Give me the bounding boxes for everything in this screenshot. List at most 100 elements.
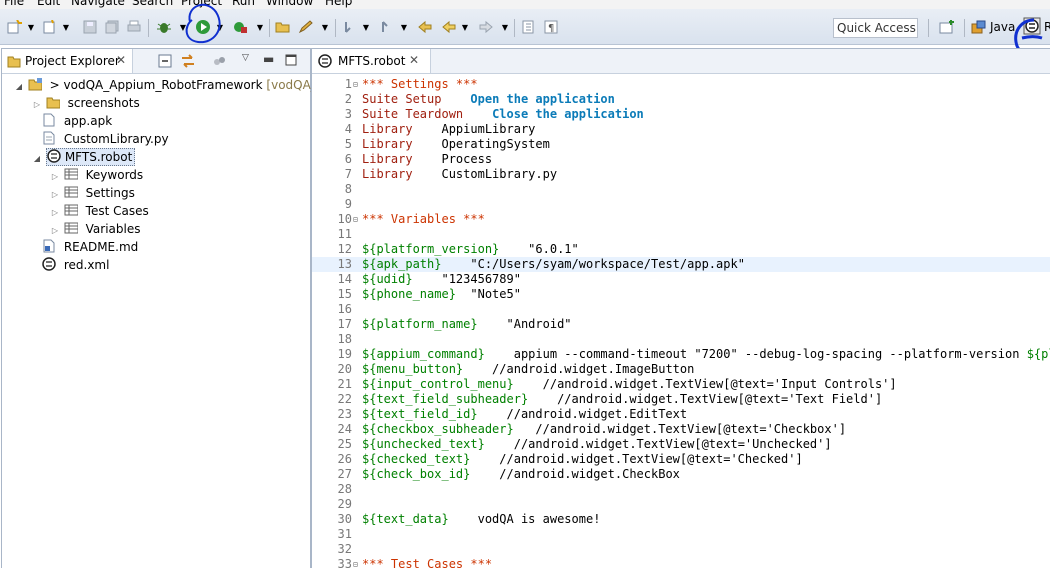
close-icon[interactable]: ✕ [409, 53, 419, 67]
code-line[interactable]: 15 ${phone_name} "Note5" [312, 287, 1050, 302]
filters-icon[interactable] [212, 54, 226, 71]
close-icon[interactable]: ✕ [116, 53, 126, 67]
debug-icon[interactable] [156, 20, 172, 34]
back-arrow-icon[interactable] [441, 20, 457, 34]
last-edit-icon[interactable] [417, 20, 433, 34]
show-whitespace-icon[interactable]: ¶ [543, 20, 559, 34]
menu-edit[interactable]: Edit [37, 0, 60, 9]
code-line[interactable]: 7 Library CustomLibrary.py [312, 167, 1050, 182]
code-line[interactable]: 32 [312, 542, 1050, 557]
chevron-down-icon[interactable]: ▼ [461, 20, 469, 34]
code-line[interactable]: 20 ${menu_button} //android.widget.ImageB… [312, 362, 1050, 377]
pin-editor-icon[interactable] [520, 20, 536, 34]
menu-search[interactable]: Search [132, 0, 173, 9]
code-line[interactable]: 24 ${checkbox_subheader} //android.widget… [312, 422, 1050, 437]
code-line[interactable]: 9 [312, 197, 1050, 212]
tree-item-customlibrary[interactable]: CustomLibrary.py [42, 130, 169, 148]
tree-item-project[interactable]: ◢ > vodQA_Appium_RobotFramework [vodQA_A… [14, 76, 333, 94]
maximize-icon[interactable] [285, 54, 297, 69]
code-line[interactable]: 30 ${text_data} vodQA is awesome! [312, 512, 1050, 527]
fold-toggle-icon[interactable]: ⊟ [353, 77, 358, 92]
code-line[interactable]: 26 ${checked_text} //android.widget.TextV… [312, 452, 1050, 467]
tree-item-keywords[interactable]: ▷ Keywords [50, 166, 143, 184]
open-perspective-icon[interactable] [938, 20, 956, 34]
open-folder-icon[interactable] [275, 20, 291, 34]
code-line[interactable]: 13 ${apk_path} "C:/Users/syam/workspace/T… [312, 257, 1050, 272]
code-line[interactable]: 6 Library Process [312, 152, 1050, 167]
code-line[interactable]: 19 ${appium_command} appium --command-tim… [312, 347, 1050, 362]
java-perspective-label[interactable]: Java [990, 20, 1015, 34]
tree-item-settings[interactable]: ▷ Settings [50, 184, 135, 202]
code-line[interactable]: 10 ⊟ *** Variables *** [312, 212, 1050, 227]
expanded-arrow-icon[interactable]: ◢ [32, 150, 42, 168]
tree-item-test-cases[interactable]: ▷ Test Cases [50, 202, 149, 220]
expanded-arrow-icon[interactable]: ◢ [14, 78, 24, 96]
tree-item-mfts-robot[interactable]: ◢ MFTS.robot [32, 148, 136, 168]
menu-file[interactable]: File [4, 0, 24, 9]
robot-perspective-label-partial[interactable]: R [1044, 20, 1050, 34]
robot-perspective-icon[interactable] [1022, 17, 1042, 35]
code-line[interactable]: 21 ${input_control_menu} //android.widget… [312, 377, 1050, 392]
minimize-icon[interactable]: ▬ [263, 52, 274, 66]
menu-project[interactable]: Project [181, 0, 222, 9]
code-line[interactable]: 33 ⊟ *** Test Cases *** [312, 557, 1050, 568]
collapse-all-icon[interactable] [158, 54, 172, 71]
menu-help[interactable]: Help [325, 0, 352, 9]
tree-item-readme[interactable]: README.md [42, 238, 138, 256]
code-line[interactable]: 1 ⊟ *** Settings *** [312, 77, 1050, 92]
chevron-down-icon[interactable]: ▼ [179, 20, 187, 34]
code-line[interactable]: 11 [312, 227, 1050, 242]
chevron-down-icon[interactable]: ▼ [62, 20, 70, 34]
tree-item-variables[interactable]: ▷ Variables [50, 220, 141, 238]
new-file-icon[interactable] [41, 20, 57, 34]
code-line[interactable]: 16 [312, 302, 1050, 317]
tab-project-explorer[interactable]: Project Explorer ✕ [2, 49, 133, 73]
fold-toggle-icon[interactable]: ⊟ [353, 212, 358, 227]
java-perspective-icon[interactable] [970, 20, 988, 34]
code-line[interactable]: 4 Library AppiumLibrary [312, 122, 1050, 137]
collapsed-arrow-icon[interactable]: ▷ [32, 96, 42, 114]
next-annotation-icon[interactable] [342, 20, 358, 34]
menu-navigate[interactable]: Navigate [71, 0, 125, 9]
code-line[interactable]: 27 ${check_box_id} //android.widget.Check… [312, 467, 1050, 482]
view-menu-icon[interactable]: ▽ [242, 53, 249, 63]
chevron-down-icon[interactable]: ▼ [501, 20, 509, 34]
code-line[interactable]: 2 Suite Setup Open the application [312, 92, 1050, 107]
run-external-tool-icon[interactable] [231, 20, 249, 34]
new-wizard-icon[interactable] [6, 20, 22, 34]
code-line[interactable]: 28 [312, 482, 1050, 497]
save-icon[interactable] [82, 20, 98, 34]
chevron-down-icon[interactable]: ▼ [362, 20, 370, 34]
quick-access-input[interactable]: Quick Access [833, 18, 918, 38]
tab-mfts-robot[interactable]: MFTS.robot ✕ [312, 49, 431, 73]
chevron-down-icon[interactable]: ▼ [27, 20, 35, 34]
save-all-icon[interactable] [104, 20, 120, 34]
chevron-down-icon[interactable]: ▼ [216, 20, 224, 34]
code-line[interactable]: 5 Library OperatingSystem [312, 137, 1050, 152]
chevron-down-icon[interactable]: ▼ [256, 20, 264, 34]
code-line[interactable]: 23 ${text_field_id} //android.widget.Edit… [312, 407, 1050, 422]
code-line[interactable]: 14 ${udid} "123456789" [312, 272, 1050, 287]
link-with-editor-icon[interactable] [180, 54, 196, 71]
print-icon[interactable] [126, 20, 142, 34]
code-line[interactable]: 25 ${unchecked_text} //android.widget.Tex… [312, 437, 1050, 452]
menu-window[interactable]: Window [266, 0, 313, 9]
code-line[interactable]: 22 ${text_field_subheader} //android.widg… [312, 392, 1050, 407]
tree-item-red-xml[interactable]: red.xml [42, 256, 109, 274]
chevron-down-icon[interactable]: ▼ [321, 20, 329, 34]
code-line[interactable]: 17 ${platform_name} "Android" [312, 317, 1050, 332]
previous-annotation-icon[interactable] [379, 20, 395, 34]
code-line[interactable]: 18 [312, 332, 1050, 347]
chevron-down-icon[interactable]: ▼ [400, 20, 408, 34]
code-line[interactable]: 29 [312, 497, 1050, 512]
menu-run[interactable]: Run [232, 0, 255, 9]
code-line[interactable]: 3 Suite Teardown Close the application [312, 107, 1050, 122]
code-line[interactable]: 12 ${platform_version} "6.0.1" [312, 242, 1050, 257]
code-line[interactable]: 8 [312, 182, 1050, 197]
edit-pencil-icon[interactable] [298, 20, 314, 34]
tree-item-app-apk[interactable]: app.apk [42, 112, 112, 130]
tree-item-screenshots[interactable]: ▷ screenshots [32, 94, 140, 112]
fold-toggle-icon[interactable]: ⊟ [353, 557, 358, 568]
forward-arrow-icon[interactable] [478, 20, 494, 34]
run-icon[interactable] [194, 20, 212, 34]
